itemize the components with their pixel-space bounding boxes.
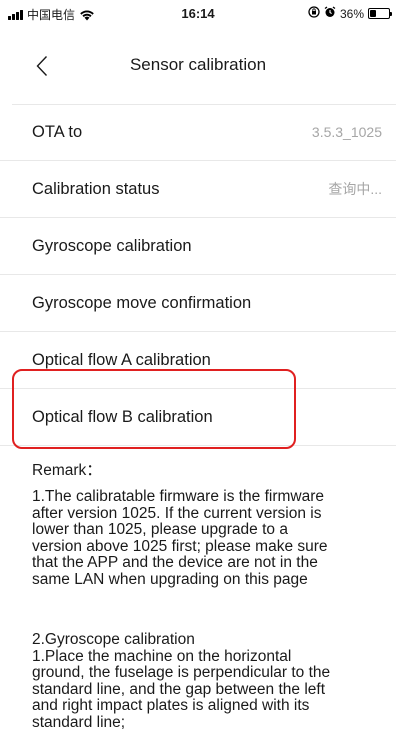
page-title: Sensor calibration	[129, 55, 267, 74]
row-optical-flow-a-calibration[interactable]: Optical flow A calibration	[0, 332, 396, 389]
battery-icon	[368, 8, 392, 19]
battery-percent: 36%	[339, 6, 364, 21]
navigation-bar: Sensor calibration	[0, 40, 396, 92]
orientation-lock-icon	[308, 6, 320, 21]
row-ota-to[interactable]: OTA to 3.5.3_1025	[0, 104, 396, 161]
settings-list: OTA to 3.5.3_1025 Calibration status 查询中…	[0, 104, 396, 446]
row-label: Calibration status	[32, 179, 160, 198]
row-value: 查询中...	[328, 181, 382, 197]
remark-paragraph-2: 2.Gyroscope calibration 1.Place the mach…	[32, 631, 331, 731]
alarm-icon	[324, 6, 336, 21]
row-label: Optical flow B calibration	[32, 407, 213, 426]
row-label: OTA to	[32, 122, 83, 141]
row-label: Optical flow A calibration	[32, 350, 211, 369]
row-gyroscope-calibration[interactable]: Gyroscope calibration	[0, 218, 396, 275]
row-label: Gyroscope move confirmation	[32, 293, 252, 312]
status-bar: 中国电信 16:14 36%	[0, 0, 396, 28]
remark-paragraph-1: 1.The calibratable firmware is the firmw…	[32, 488, 328, 588]
row-value: 3.5.3_1025	[311, 124, 382, 140]
status-right: 36%	[308, 6, 392, 21]
remark-title: Remark：	[32, 462, 102, 479]
row-calibration-status[interactable]: Calibration status 查询中...	[0, 161, 396, 218]
row-optical-flow-b-calibration[interactable]: Optical flow B calibration	[0, 389, 396, 446]
row-gyroscope-move-confirmation[interactable]: Gyroscope move confirmation	[0, 275, 396, 332]
row-label: Gyroscope calibration	[32, 236, 192, 255]
